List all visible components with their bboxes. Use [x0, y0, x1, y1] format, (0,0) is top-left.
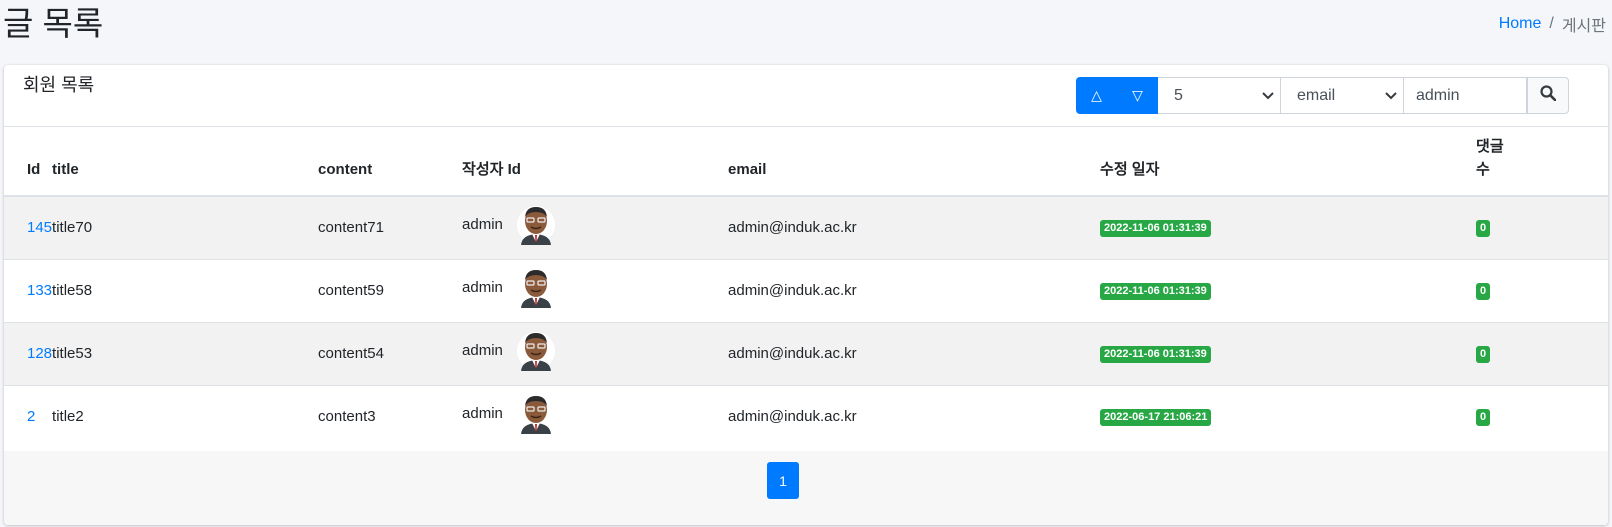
post-id-link[interactable]: 133 — [27, 282, 52, 299]
search-icon — [1540, 85, 1557, 106]
post-content: content59 — [318, 258, 463, 322]
chevron-down-icon — [1262, 89, 1274, 103]
post-email: admin@induk.ac.kr — [728, 384, 1101, 448]
rows-per-page-select[interactable]: 5 — [1158, 77, 1281, 114]
search-field-select[interactable]: email — [1281, 77, 1404, 114]
post-title: title2 — [52, 384, 319, 448]
avatar — [516, 268, 555, 308]
post-table: Id title content 작성자 Id email 수정 일자 댓글 수 … — [4, 127, 1608, 448]
rows-per-page-value: 5 — [1174, 86, 1183, 104]
breadcrumb-home-link[interactable]: Home — [1499, 15, 1542, 33]
post-email: admin@induk.ac.kr — [728, 195, 1101, 259]
modified-date-badge: 2022-11-06 01:31:39 — [1100, 346, 1211, 363]
post-title: title58 — [52, 258, 319, 322]
search-input[interactable]: admin — [1404, 77, 1527, 114]
column-header-writer[interactable]: 작성자 Id — [462, 127, 729, 197]
search-button[interactable] — [1527, 77, 1569, 114]
chevron-down-icon — [1385, 89, 1397, 103]
page-header: 글 목록 Home / 게시판 — [0, 0, 1612, 62]
post-content: content54 — [318, 321, 463, 385]
post-title: title70 — [52, 195, 319, 259]
post-id-link[interactable]: 128 — [27, 345, 52, 362]
column-header-email[interactable]: email — [728, 127, 1101, 197]
comment-count-badge: 0 — [1476, 220, 1491, 238]
post-title: title53 — [52, 321, 319, 385]
breadcrumb: Home / 게시판 — [1499, 12, 1606, 36]
table-row[interactable]: 2 title2 content3 admin admin@induk.ac.k… — [4, 384, 1608, 448]
post-email: admin@induk.ac.kr — [728, 258, 1101, 322]
search-input-value: admin — [1416, 86, 1460, 104]
avatar — [516, 331, 555, 371]
sort-desc-button[interactable]: ▽ — [1117, 77, 1158, 114]
column-header-title[interactable]: title — [52, 127, 319, 197]
breadcrumb-separator: / — [1549, 15, 1554, 32]
column-header-comments-line2: 수 — [1476, 161, 1490, 178]
board-card: 회원 목록 △ ▽ 5 email admin Id title content… — [4, 65, 1608, 525]
comment-count-badge: 0 — [1476, 283, 1491, 300]
writer-id: admin — [462, 279, 503, 296]
pagination-area: 1 — [4, 451, 1608, 525]
writer-id: admin — [462, 405, 503, 423]
triangle-up-icon: △ — [1091, 87, 1102, 103]
card-header: 회원 목록 △ ▽ 5 email admin — [4, 65, 1608, 127]
card-title: 회원 목록 — [23, 75, 95, 95]
card-tools: △ ▽ 5 email admin — [1076, 77, 1569, 114]
modified-date-badge: 2022-11-06 01:31:39 — [1100, 220, 1211, 238]
post-id-link[interactable]: 2 — [27, 408, 35, 425]
page-button-1[interactable]: 1 — [767, 462, 799, 499]
sort-button-group: △ ▽ — [1076, 77, 1158, 114]
post-email: admin@induk.ac.kr — [728, 321, 1101, 385]
post-content: content71 — [318, 195, 463, 259]
column-header-comments[interactable]: 댓글수 — [1476, 127, 1608, 197]
table-row[interactable]: 133 title58 content59 admin admin@induk.… — [4, 258, 1608, 322]
post-content: content3 — [318, 384, 463, 448]
page-title: 글 목록 — [3, 5, 104, 42]
table-header-row: Id title content 작성자 Id email 수정 일자 댓글수 — [4, 127, 1608, 197]
avatar — [516, 205, 555, 245]
modified-date-badge: 2022-06-17 21:06:21 — [1100, 409, 1212, 427]
modified-date-badge: 2022-11-06 01:31:39 — [1100, 283, 1211, 300]
column-header-id[interactable]: Id — [4, 127, 53, 197]
search-field-value: email — [1297, 86, 1336, 104]
column-header-comments-line1: 댓글 — [1476, 138, 1504, 155]
column-header-modified[interactable]: 수정 일자 — [1100, 127, 1477, 197]
breadcrumb-current: 게시판 — [1561, 18, 1606, 35]
comment-count-badge: 0 — [1476, 346, 1491, 363]
column-header-content[interactable]: content — [318, 127, 463, 197]
comment-count-badge: 0 — [1476, 409, 1491, 427]
table-row[interactable]: 128 title53 content54 admin admin@induk.… — [4, 321, 1608, 385]
avatar — [516, 394, 555, 434]
triangle-down-icon: ▽ — [1132, 87, 1143, 103]
writer-id: admin — [462, 216, 503, 234]
sort-asc-button[interactable]: △ — [1076, 77, 1117, 114]
post-id-link[interactable]: 145 — [27, 219, 52, 236]
table-row[interactable]: 145 title70 content71 admin admin@induk.… — [4, 195, 1608, 259]
writer-id: admin — [462, 342, 503, 359]
